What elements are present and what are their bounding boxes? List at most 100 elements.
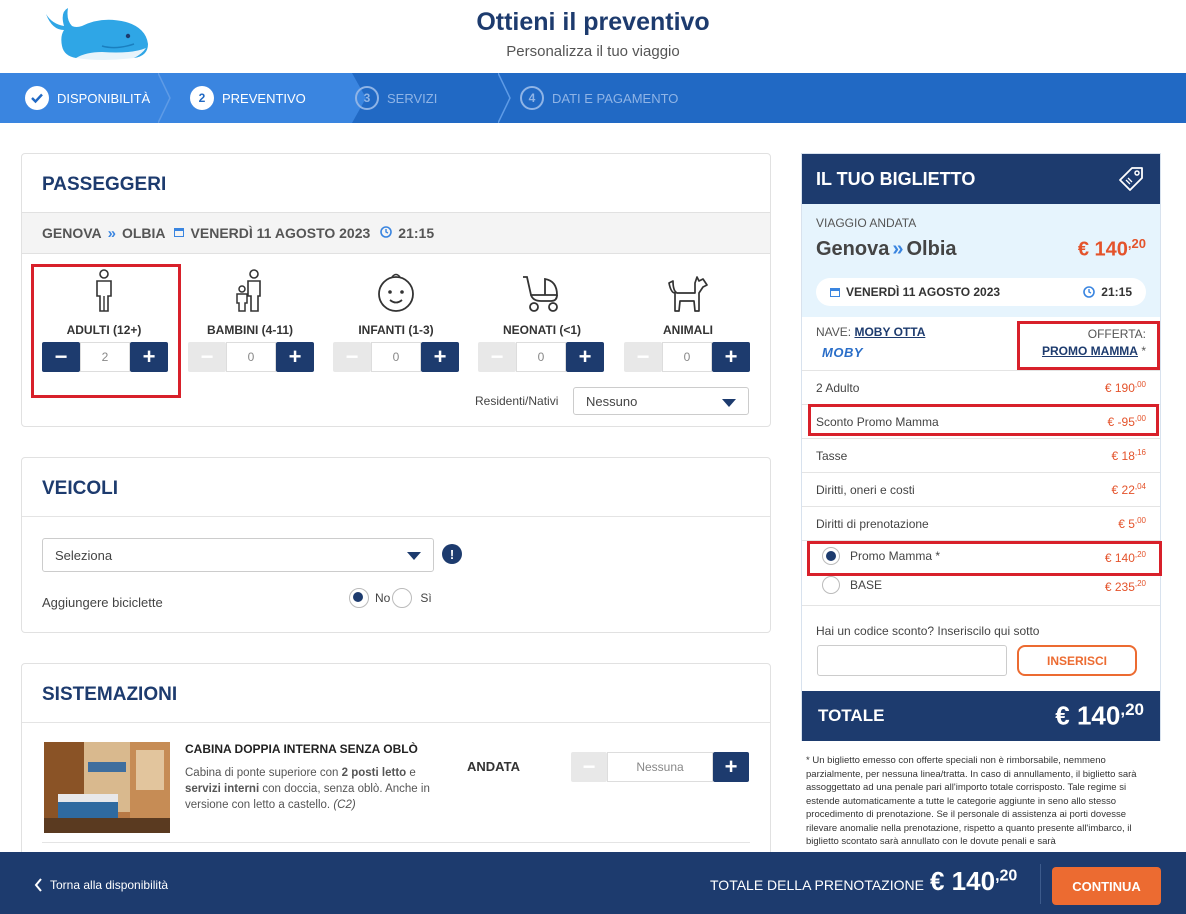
step-label: Servizi <box>387 90 438 106</box>
plus-button[interactable]: + <box>276 342 314 372</box>
pax-label: ANIMALI <box>663 323 713 337</box>
double-chevron-right-icon: » <box>107 224 116 242</box>
bikes-label: Aggiungere biciclette <box>42 595 163 610</box>
route-to: OLBIA <box>121 225 166 241</box>
step-label: Preventivo <box>222 90 306 106</box>
offer-disclaimer: * Un biglietto emesso con offerte specia… <box>806 755 1137 847</box>
page-title: Ottieni il preventivo <box>476 8 710 36</box>
divider <box>22 516 770 517</box>
baby-face-icon <box>327 269 465 313</box>
double-chevron-right-icon: » <box>892 238 904 260</box>
stroller-icon <box>473 269 611 313</box>
step-number: 2 <box>190 86 214 110</box>
plus-button[interactable]: + <box>421 342 459 372</box>
vehicles-panel: Veicoli Seleziona ! Aggiungere biciclett… <box>21 457 771 633</box>
highlight-box <box>1017 321 1160 370</box>
step-number: 4 <box>520 86 544 110</box>
progress-steps: Disponibilità 2 Preventivo 3 Servizi 4 D… <box>0 73 1186 123</box>
infanti-count[interactable]: 0 <box>371 342 421 372</box>
clock-icon <box>380 225 393 241</box>
moby-logo: MOBY <box>822 345 863 360</box>
highlight-box <box>807 541 1162 576</box>
cabin-photo[interactable] <box>44 742 170 833</box>
cabin-count[interactable]: Nessuna <box>607 752 713 782</box>
pax-neonati: NEONATI (<1) <box>473 269 611 337</box>
trip-route: Genova» Olbia <box>816 238 957 260</box>
bambini-stepper: − 0 + <box>188 342 314 372</box>
route-time: 21:15 <box>398 225 435 241</box>
top-header: Ottieni il preventivo Personalizza il tu… <box>0 0 1186 73</box>
highlight-box <box>31 264 181 398</box>
minus-button[interactable]: − <box>624 342 662 372</box>
fare-price: € 235,20 <box>1104 579 1146 594</box>
fare-option-base[interactable]: BASE <box>822 576 882 594</box>
accommodations-title: Sistemazioni <box>42 684 178 705</box>
ship-name-link[interactable]: MOBY OTTA <box>854 325 925 339</box>
accommodations-panel: Sistemazioni CABINA DOPPIA INTERNA SENZA… <box>21 663 771 863</box>
pax-infanti: INFANTI (1-3) <box>327 269 465 337</box>
bikes-yes-label: Sì <box>420 591 432 605</box>
chevron-left-icon <box>34 878 42 892</box>
cabin-description: Cabina di ponte superiore con 2 posti le… <box>185 767 430 811</box>
price-line: Diritti, oneri e costi € 22,04 <box>802 473 1160 507</box>
dog-icon <box>619 269 757 313</box>
step-label: Disponibilità <box>57 90 151 106</box>
minus-button[interactable]: − <box>188 342 226 372</box>
bambini-count[interactable]: 0 <box>226 342 276 372</box>
minus-button[interactable]: − <box>571 752 607 782</box>
clock-icon <box>1083 286 1096 298</box>
pax-label: INFANTI (1-3) <box>358 323 434 337</box>
passengers-title: Passeggeri <box>42 174 167 195</box>
continue-button[interactable]: Continua <box>1052 867 1161 905</box>
bikes-no-label: No <box>375 591 391 605</box>
info-icon[interactable]: ! <box>442 544 462 564</box>
step-label: Dati e pagamento <box>552 90 679 106</box>
price-line: Tasse € 18,16 <box>802 439 1160 473</box>
divider <box>1040 864 1041 904</box>
bikes-no-radio[interactable] <box>349 588 369 608</box>
discount-code-input[interactable] <box>817 645 1007 676</box>
minus-button[interactable]: − <box>333 342 371 372</box>
residents-select[interactable]: Nessuno <box>573 387 749 415</box>
pax-bambini: BAMBINI (4-11) <box>181 269 319 337</box>
step-preventivo: 2 Preventivo <box>190 73 306 123</box>
ticket-tag-icon <box>1119 167 1143 191</box>
residents-value: Nessuno <box>586 393 638 409</box>
price-line: 2 Adulto € 190,00 <box>802 371 1160 405</box>
vehicle-select[interactable]: Seleziona <box>42 538 434 572</box>
checkmark-icon <box>25 86 49 110</box>
step-disponibilita[interactable]: Disponibilità <box>25 73 150 123</box>
total-label: TOTALE <box>818 706 885 725</box>
direction-label: ANDATA <box>467 759 520 774</box>
back-link[interactable]: Torna alla disponibilità <box>34 878 168 892</box>
ticket-trip: VIAGGIO ANDATA Genova» Olbia € 140,20 VEN… <box>802 204 1160 317</box>
step-dati-pagamento: 4 Dati e pagamento <box>520 73 678 123</box>
bottom-bar: Torna alla disponibilità TOTALE DELLA PR… <box>0 852 1186 914</box>
ticket-header: Il tuo biglietto <box>802 154 1160 204</box>
plus-button[interactable]: + <box>566 342 604 372</box>
trip-label: VIAGGIO ANDATA <box>816 216 917 230</box>
route-date: VENERDÌ 11 AGOSTO 2023 <box>190 225 371 241</box>
chevron-down-icon <box>407 552 421 560</box>
neonati-stepper: − 0 + <box>478 342 604 372</box>
child-with-adult-icon <box>181 269 319 313</box>
ticket-summary: Il tuo biglietto VIAGGIO ANDATA Genova» O… <box>801 153 1162 741</box>
minus-button[interactable]: − <box>478 342 516 372</box>
neonati-count[interactable]: 0 <box>516 342 566 372</box>
plus-button[interactable]: + <box>713 752 749 782</box>
vehicle-select-value: Seleziona <box>55 547 113 563</box>
plus-button[interactable]: + <box>712 342 750 372</box>
fare-radio[interactable] <box>822 576 840 594</box>
residents-label: Residenti/Nativi <box>475 394 559 408</box>
vehicles-title: Veicoli <box>42 478 119 499</box>
pax-label: NEONATI (<1) <box>502 323 582 337</box>
booking-total-amount: € 140,20 <box>930 866 1018 896</box>
bikes-yes-radio[interactable] <box>392 588 413 608</box>
animali-count[interactable]: 0 <box>662 342 712 372</box>
price-line: Diritti di prenotazione € 5,00 <box>802 507 1160 541</box>
step-number: 3 <box>355 86 379 110</box>
passengers-panel: Passeggeri GENOVA » OLBIA VENERDÌ 11 AGO… <box>21 153 771 427</box>
ticket-total: TOTALE € 140,20 <box>802 691 1160 741</box>
calendar-icon <box>173 226 184 240</box>
insert-discount-button[interactable]: Inserisci <box>1017 645 1137 676</box>
